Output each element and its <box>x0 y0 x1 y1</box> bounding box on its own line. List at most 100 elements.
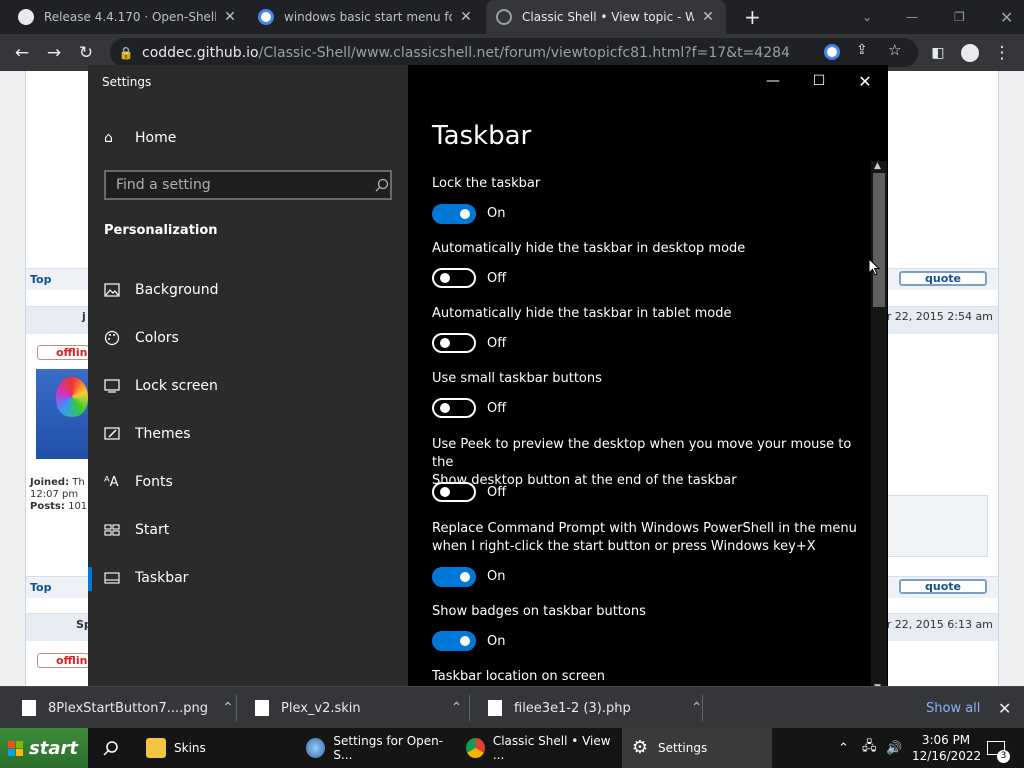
volume-icon[interactable]: 🔊 <box>886 728 902 768</box>
search-input[interactable]: Find a setting <box>104 170 392 200</box>
autohide-desktop-toggle[interactable] <box>432 268 476 288</box>
file-icon <box>488 700 502 716</box>
new-tab-button[interactable]: + <box>734 0 764 34</box>
taskbar-app-label: Settings for Open-S... <box>333 734 444 762</box>
sidebar-item-colors[interactable]: Colors <box>104 323 179 353</box>
sidebar-item-taskbar[interactable]: Taskbar <box>104 563 188 593</box>
lock-icon: 🔒 <box>118 45 134 60</box>
chevron-up-icon[interactable]: ⌃ <box>691 700 703 716</box>
sidebar-item-fonts[interactable]: ᴬA Fonts <box>104 467 173 497</box>
taskbar-app-open-shell-settings[interactable]: Settings for Open-S... <box>306 728 458 768</box>
toggle-state: On <box>487 206 506 221</box>
small-buttons-toggle[interactable] <box>432 398 476 418</box>
maximize-button[interactable]: ☐ <box>796 65 842 97</box>
signature-box <box>886 495 988 557</box>
forward-icon[interactable]: → <box>38 34 70 71</box>
top-link[interactable]: Top <box>30 581 51 594</box>
download-item[interactable]: 8PlexStartButton7....png ⌃ <box>22 687 234 729</box>
sidebar-item-label: Themes <box>135 426 191 442</box>
back-icon[interactable]: ← <box>6 34 38 71</box>
browser-tab[interactable]: windows basic start menu for op ✕ <box>248 0 484 34</box>
download-filename: Plex_v2.skin <box>281 700 361 716</box>
setting-label-line: Replace Command Prompt with Windows Powe… <box>432 521 857 536</box>
tab-search-icon[interactable]: ⌄ <box>852 0 876 34</box>
badges-toggle[interactable] <box>432 631 476 651</box>
home-nav-item[interactable]: ⌂ Home <box>104 123 176 153</box>
show-all-button[interactable]: Show all <box>926 687 980 729</box>
sidebar-item-start[interactable]: Start <box>104 515 169 545</box>
quote-button[interactable]: quote <box>899 271 987 286</box>
clock-time: 3:06 PM <box>921 733 971 747</box>
download-item[interactable]: filee3e1-2 (3).php ⌃ <box>488 687 702 729</box>
settings-window: Settings ⌂ Home Find a setting Personali… <box>88 65 888 697</box>
sidebar-item-lock-screen[interactable]: Lock screen <box>104 371 218 401</box>
taskbar-app-label: Settings <box>658 741 708 755</box>
close-window-icon[interactable]: ✕ <box>990 0 1014 34</box>
browser-tab[interactable]: Release 4.4.170 · Open-Shell/Op ✕ <box>8 0 248 34</box>
google-lens-icon[interactable] <box>824 44 840 60</box>
setting-label: Use small taskbar buttons <box>432 371 602 386</box>
download-item[interactable]: Plex_v2.skin ⌃ <box>255 687 462 729</box>
toggle-knob <box>440 338 450 348</box>
close-icon[interactable]: ✕ <box>700 9 716 25</box>
scroll-up-icon[interactable]: ▲ <box>874 161 881 171</box>
sidebar-item-themes[interactable]: Themes <box>104 419 191 449</box>
sidepanel-icon[interactable]: ◧ <box>922 34 954 71</box>
user-info: Joined: Th 12:07 pm Posts: 101 <box>30 477 87 513</box>
star-icon[interactable]: ☆ <box>888 41 901 59</box>
palette-icon <box>104 330 135 346</box>
font-icon: ᴬA <box>104 474 119 490</box>
search-icon[interactable] <box>98 728 124 768</box>
tab-title: Classic Shell • View topic - Wind <box>522 10 694 24</box>
quote-button[interactable]: quote <box>899 579 987 594</box>
chevron-up-icon[interactable]: ⌃ <box>222 700 234 716</box>
lock-taskbar-toggle[interactable] <box>432 204 476 224</box>
chevron-up-icon[interactable]: ⌃ <box>838 728 849 768</box>
powershell-toggle[interactable] <box>432 567 476 587</box>
network-icon[interactable]: 🖧 <box>862 728 877 768</box>
gear-icon: ⚙ <box>631 737 649 758</box>
browser-tab-strip: Release 4.4.170 · Open-Shell/Op ✕ window… <box>0 0 1024 34</box>
joined-time: 12:07 pm <box>30 489 79 500</box>
menu-icon[interactable]: ⋮ <box>986 34 1018 71</box>
setting-label-line: when I right-click the start button or p… <box>432 539 816 554</box>
lock-screen-icon <box>104 379 135 393</box>
taskbar-app-settings[interactable]: ⚙ Settings <box>622 728 772 768</box>
scroll-thumb[interactable] <box>873 173 885 307</box>
autohide-tablet-toggle[interactable] <box>432 333 476 353</box>
username[interactable]: j <box>82 310 86 323</box>
minimize-button[interactable]: — <box>750 65 796 97</box>
taskbar-app-chrome[interactable]: Classic Shell • View ... <box>466 728 618 768</box>
search-icon[interactable] <box>372 172 392 198</box>
top-link[interactable]: Top <box>30 273 51 286</box>
share-icon[interactable]: ⇪ <box>856 42 868 58</box>
clock[interactable]: 3:06 PM 12/16/2022 <box>912 732 981 764</box>
close-icon[interactable]: ✕ <box>222 9 238 25</box>
file-icon <box>22 700 36 716</box>
offline-badge: offline <box>37 345 95 360</box>
notification-icon[interactable]: 3 <box>984 728 1010 768</box>
notification-count: 3 <box>997 750 1010 763</box>
close-icon[interactable]: ✕ <box>458 9 474 25</box>
profile-icon[interactable] <box>954 34 986 71</box>
selection-indicator <box>88 567 92 591</box>
sidebar-item-background[interactable]: Background <box>104 275 219 305</box>
address-bar[interactable]: 🔒 coddec.github.io /Classic-Shell/www.cl… <box>110 38 918 67</box>
chevron-up-icon[interactable]: ⌃ <box>451 700 463 716</box>
peek-toggle[interactable] <box>432 482 476 502</box>
taskbar-app-skins[interactable]: Skins <box>146 728 298 768</box>
toggle-state: On <box>487 569 506 584</box>
close-button[interactable]: ✕ <box>842 65 888 97</box>
toggle-knob <box>460 572 470 582</box>
divider <box>469 695 470 721</box>
page-title: Taskbar <box>432 121 532 151</box>
close-icon[interactable]: ✕ <box>998 687 1011 729</box>
scrollbar[interactable]: ▲ ▼ <box>871 161 887 697</box>
toggle-knob <box>460 209 470 219</box>
restore-icon[interactable]: ❐ <box>944 0 968 34</box>
toggle-state: On <box>487 634 506 649</box>
start-button[interactable]: start <box>0 728 88 768</box>
browser-tab-active[interactable]: Classic Shell • View topic - Wind ✕ <box>486 0 726 34</box>
brush-icon <box>104 427 135 441</box>
minimize-icon[interactable]: — <box>896 0 920 34</box>
